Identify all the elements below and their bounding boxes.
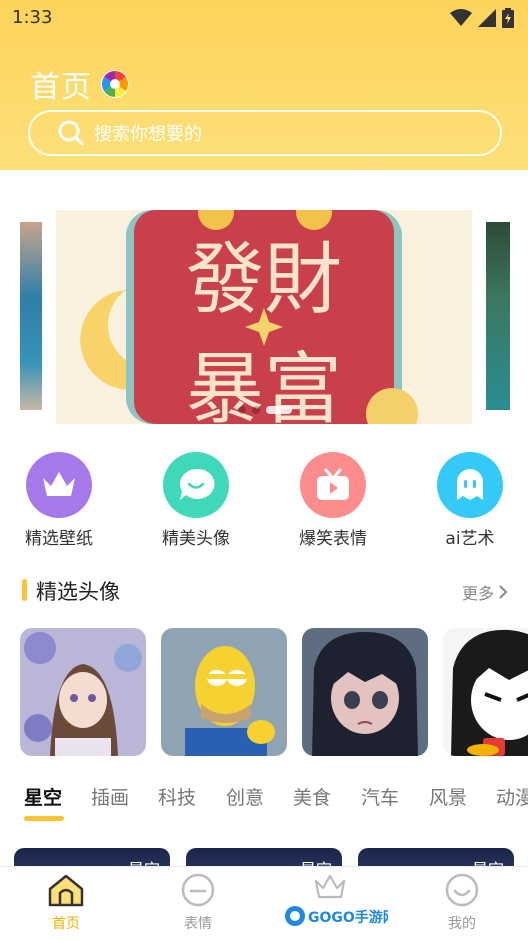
profile-smile-icon — [445, 873, 479, 907]
battery-icon — [502, 8, 514, 28]
crown-icon — [314, 874, 346, 899]
more-link[interactable]: 更多 — [462, 580, 508, 604]
avatar-thumbnail-row — [20, 628, 528, 758]
carousel-dots — [238, 406, 292, 414]
featured-avatars-header: 精选头像 更多 — [22, 574, 510, 606]
nav-home[interactable]: 首页 — [26, 873, 106, 933]
banner-next-slide[interactable] — [486, 222, 510, 410]
color-wheel-icon[interactable] — [100, 69, 130, 99]
category-ai-art[interactable]: ai艺术 — [415, 452, 525, 549]
search-placeholder: 搜索你想要的 — [94, 124, 202, 145]
category-wallpaper[interactable]: 精选壁纸 — [4, 452, 114, 549]
wallpaper-card[interactable]: 星空 — [358, 848, 514, 868]
category-avatar[interactable]: 精美头像 — [141, 452, 251, 549]
nav-label: 我的 — [448, 916, 476, 932]
active-tab-indicator — [24, 816, 64, 821]
chevron-right-icon — [499, 585, 508, 599]
category-meme[interactable]: 爆笑表情 — [278, 452, 388, 549]
carousel-dot-active[interactable] — [266, 406, 292, 414]
category-label: ai艺术 — [445, 529, 495, 549]
crown-icon — [26, 452, 92, 518]
search-icon — [58, 120, 84, 146]
nav-vip[interactable] — [290, 873, 370, 905]
avatar-thumbnail[interactable] — [20, 628, 146, 756]
category-label: 爆笑表情 — [299, 529, 367, 549]
nav-label: 首页 — [52, 916, 80, 932]
wifi-icon — [450, 9, 472, 26]
tab-food[interactable]: 美食 — [293, 783, 331, 810]
section-accent-bar — [22, 579, 27, 601]
page-title: 首页 — [30, 70, 92, 105]
carousel-dot[interactable] — [252, 406, 260, 414]
wallpaper-card[interactable]: 星空 — [14, 848, 170, 868]
avatar-thumbnail[interactable] — [161, 628, 287, 756]
nav-profile[interactable]: 我的 — [422, 873, 502, 933]
tab-starry-sky[interactable]: 星空 — [24, 783, 62, 810]
carousel-dot[interactable] — [238, 406, 246, 414]
status-icons — [450, 8, 514, 28]
category-label: 精美头像 — [162, 529, 230, 549]
avatar-thumbnail[interactable] — [443, 628, 528, 756]
search-bar[interactable]: 搜索你想要的 — [28, 110, 502, 156]
tab-illustration[interactable]: 插画 — [91, 783, 129, 810]
wallpaper-card[interactable]: 星空 — [186, 848, 342, 868]
category-shortcuts: 精选壁纸 精美头像 爆笑表情 ai艺术 — [0, 452, 528, 552]
status-time: 1:33 — [12, 7, 53, 28]
title-row: 首页 — [30, 62, 130, 106]
nav-label: 表情 — [184, 916, 212, 932]
banner-image: 發財 暴富 — [56, 210, 472, 424]
section-title: 精选头像 — [36, 580, 120, 604]
tab-scenery[interactable]: 风景 — [429, 783, 467, 810]
status-bar: 1:33 — [0, 0, 528, 36]
tab-anime[interactable]: 动漫 — [496, 783, 528, 810]
more-label: 更多 — [461, 584, 494, 603]
tab-technology[interactable]: 科技 — [158, 783, 196, 810]
watermark-logo: GOGO手游网 — [284, 903, 397, 929]
ghost-icon — [437, 452, 503, 518]
bottom-nav: 首页 表情 我的 — [0, 866, 528, 939]
tv-play-icon — [300, 452, 366, 518]
banner-carousel[interactable]: 發財 暴富 — [0, 210, 528, 424]
banner-slide[interactable]: 發財 暴富 — [56, 210, 472, 424]
category-tabs: 星空 插画 科技 创意 美食 汽车 风景 动漫 — [0, 780, 528, 824]
header: 1:33 首页 搜索你想要的 — [0, 0, 528, 170]
wallpaper-grid: 星空 星空 星空 — [0, 848, 528, 868]
tab-creative[interactable]: 创意 — [226, 783, 264, 810]
category-label: 精选壁纸 — [25, 529, 93, 549]
chat-bubble-icon — [163, 452, 229, 518]
cell-signal-icon — [478, 9, 496, 27]
nav-emoji[interactable]: 表情 — [158, 873, 238, 933]
svg-text:GOGO手游网: GOGO手游网 — [308, 909, 388, 926]
tab-cars[interactable]: 汽车 — [361, 783, 399, 810]
emoji-icon — [181, 873, 215, 907]
avatar-thumbnail[interactable] — [302, 628, 428, 756]
home-icon — [48, 874, 84, 907]
banner-prev-slide[interactable] — [20, 222, 42, 410]
